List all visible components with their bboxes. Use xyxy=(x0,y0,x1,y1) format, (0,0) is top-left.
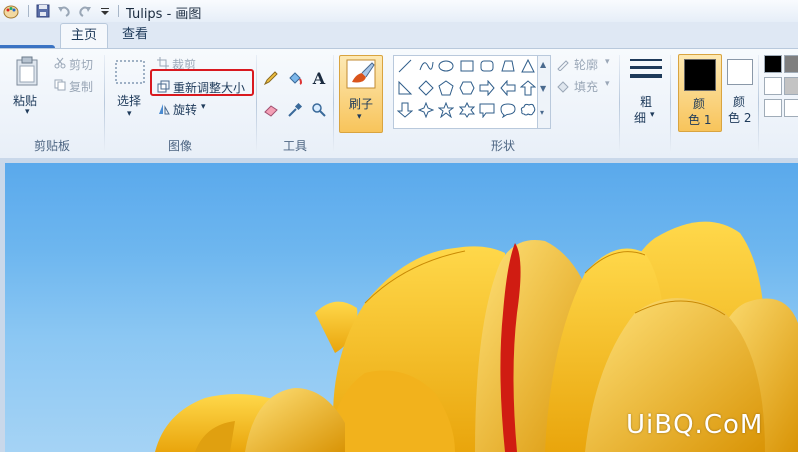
separator xyxy=(118,5,119,17)
right-arrow-shape-icon[interactable] xyxy=(478,79,496,97)
polygon-shape-icon[interactable] xyxy=(499,57,517,75)
brush-dropdown-icon: ▾ xyxy=(357,112,362,122)
color-2-label-top[interactable]: 颜 xyxy=(733,93,745,110)
select-dropdown-icon[interactable]: ▾ xyxy=(127,109,132,119)
copy-icon xyxy=(53,78,67,92)
fill-button[interactable]: 填充 xyxy=(574,78,598,95)
color-2-label-bottom[interactable]: 色 2 xyxy=(728,109,751,126)
tulips-image xyxy=(155,221,798,452)
palette-swatch-light-gray[interactable] xyxy=(784,77,798,95)
select-button[interactable]: 选择 xyxy=(117,92,141,109)
six-point-star-shape-icon[interactable] xyxy=(458,101,476,119)
four-point-star-shape-icon[interactable] xyxy=(417,101,435,119)
magnifier-icon[interactable] xyxy=(308,99,330,121)
down-arrow-shape-icon[interactable] xyxy=(396,101,414,119)
size-label-bottom[interactable]: 细 xyxy=(634,109,646,126)
color-1-swatch xyxy=(684,59,716,91)
cut-button[interactable]: 剪切 xyxy=(69,56,93,73)
group-separator xyxy=(256,55,257,151)
palette-swatch-empty[interactable] xyxy=(764,99,782,117)
outline-dropdown-icon[interactable]: ▾ xyxy=(605,57,610,67)
undo-icon[interactable] xyxy=(55,3,73,19)
eraser-icon[interactable] xyxy=(260,99,282,121)
save-icon[interactable] xyxy=(34,3,52,19)
group-label-image: 图像 xyxy=(167,139,192,153)
watermark-text: UiBQ.CoM xyxy=(626,410,764,440)
color-1-label-bottom: 色 1 xyxy=(688,113,712,127)
color-2-swatch[interactable] xyxy=(727,59,753,85)
rectangle-shape-icon[interactable] xyxy=(458,57,476,75)
canvas-area xyxy=(0,158,798,452)
size-lines-icon[interactable] xyxy=(629,57,663,85)
palette-swatch-empty[interactable] xyxy=(784,99,798,117)
fill-icon xyxy=(555,78,571,94)
up-arrow-shape-icon[interactable] xyxy=(519,79,537,97)
color-picker-icon[interactable] xyxy=(284,99,306,121)
paste-icon[interactable] xyxy=(14,55,40,87)
right-triangle-shape-icon[interactable] xyxy=(396,79,414,97)
copy-button[interactable]: 复制 xyxy=(69,78,93,95)
pentagon-shape-icon[interactable] xyxy=(437,79,455,97)
group-label-shapes: 形状 xyxy=(490,139,515,153)
cloud-callout-shape-icon[interactable] xyxy=(519,101,537,119)
group-separator xyxy=(333,55,334,151)
title-bar: Tulips - 画图 xyxy=(0,0,798,23)
palette-swatch-white[interactable] xyxy=(764,77,782,95)
group-label-clipboard: 剪贴板 xyxy=(33,139,70,153)
rotate-icon xyxy=(156,101,170,115)
oval-callout-shape-icon[interactable] xyxy=(499,101,517,119)
group-separator xyxy=(104,55,105,151)
size-label-top[interactable]: 粗 xyxy=(640,93,652,110)
color-1-label-top: 颜 xyxy=(693,97,706,111)
oval-shape-icon[interactable] xyxy=(437,57,455,75)
left-arrow-shape-icon[interactable] xyxy=(499,79,517,97)
rotate-button[interactable]: 旋转 xyxy=(173,101,197,118)
rect-callout-shape-icon[interactable] xyxy=(478,101,496,119)
tab-home[interactable]: 主页 xyxy=(60,23,108,49)
paint-app-icon[interactable] xyxy=(2,3,20,19)
fill-bucket-icon[interactable] xyxy=(284,67,306,89)
window-title: Tulips - 画图 xyxy=(126,7,202,22)
diamond-shape-icon[interactable] xyxy=(417,79,435,97)
shapes-scrollbar[interactable]: ▲ ▼ ▾ xyxy=(537,55,551,129)
size-dropdown-icon[interactable]: ▾ xyxy=(650,110,655,120)
tab-view[interactable]: 查看 xyxy=(113,23,157,48)
triangle-shape-icon[interactable] xyxy=(519,57,537,75)
select-icon[interactable] xyxy=(114,59,146,85)
crop-icon xyxy=(156,56,170,70)
group-label-tools: 工具 xyxy=(282,139,307,153)
brush-icon xyxy=(346,59,376,89)
ribbon-tabs: 主页 查看 xyxy=(0,22,798,66)
customize-quick-access-icon[interactable] xyxy=(98,3,112,19)
color-1-button[interactable]: 颜 色 1 xyxy=(678,54,722,132)
separator xyxy=(28,5,29,17)
outline-icon xyxy=(555,56,571,72)
line-shape-icon[interactable] xyxy=(396,57,414,75)
redo-icon[interactable] xyxy=(76,3,94,19)
rotate-dropdown-icon[interactable]: ▾ xyxy=(201,102,206,112)
scissors-icon xyxy=(53,56,67,70)
curve-shape-icon[interactable] xyxy=(417,57,435,75)
pencil-icon[interactable] xyxy=(260,67,282,89)
paste-dropdown-icon[interactable]: ▾ xyxy=(25,107,30,117)
hexagon-shape-icon[interactable] xyxy=(458,79,476,97)
rounded-rectangle-shape-icon[interactable] xyxy=(478,57,496,75)
brush-button[interactable]: 刷子 ▾ xyxy=(339,55,383,133)
group-separator xyxy=(758,55,759,151)
five-point-star-shape-icon[interactable] xyxy=(437,101,455,119)
image-canvas[interactable] xyxy=(5,163,798,452)
text-tool-icon[interactable]: A xyxy=(308,67,330,89)
fill-dropdown-icon[interactable]: ▾ xyxy=(605,79,610,89)
palette-swatch-black[interactable] xyxy=(764,55,782,73)
group-separator xyxy=(670,55,671,151)
resize-highlight-box xyxy=(150,69,254,96)
palette-swatch-gray[interactable] xyxy=(784,55,798,73)
group-separator xyxy=(619,55,620,151)
outline-button[interactable]: 轮廓 xyxy=(574,56,598,73)
brush-label: 刷子 xyxy=(349,97,374,111)
